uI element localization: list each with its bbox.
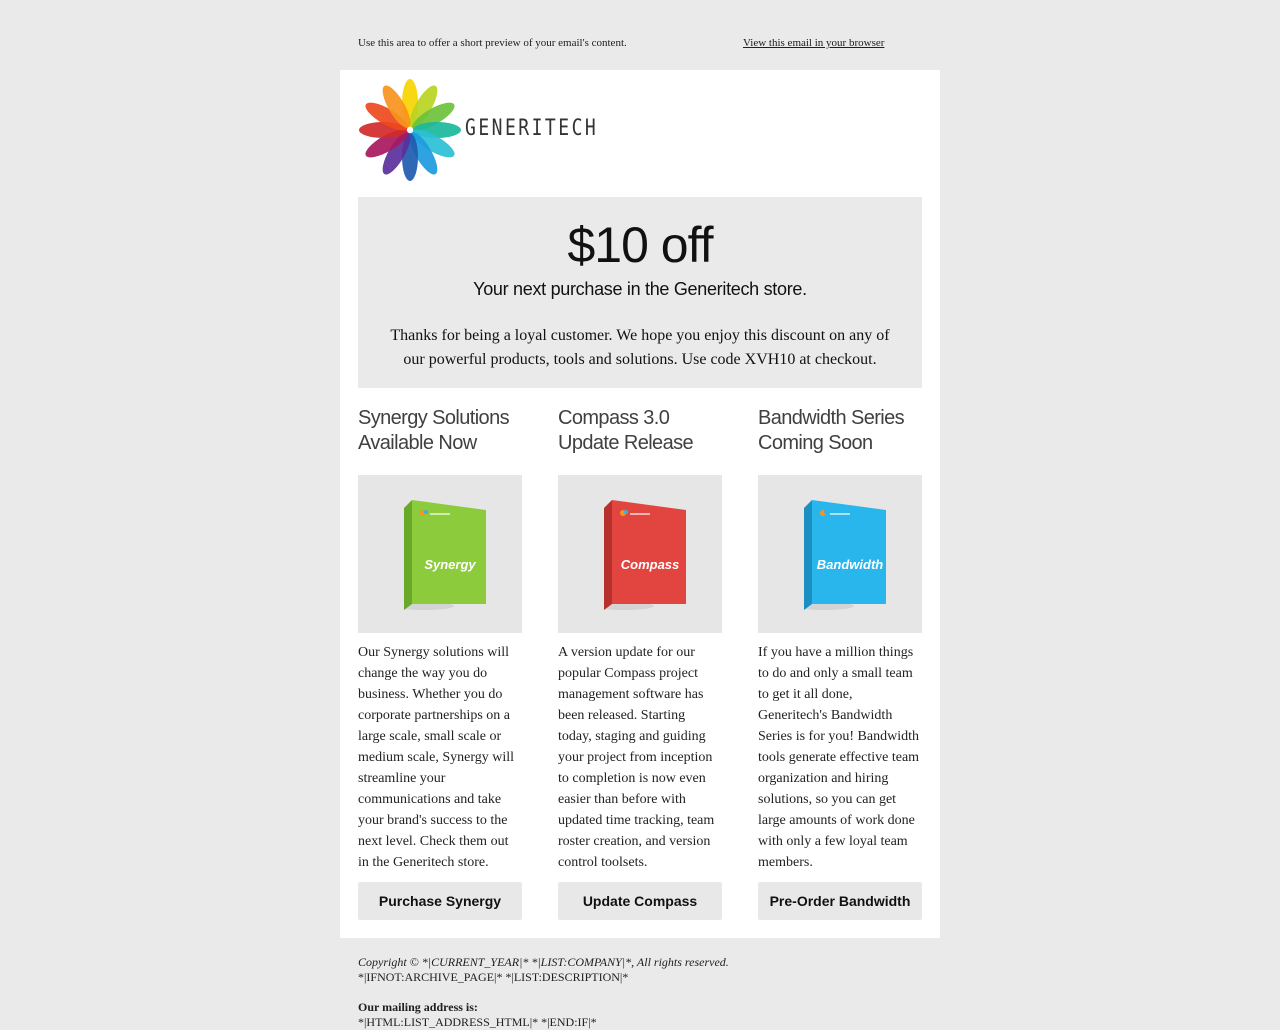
generitech-logo: GENERITECH: [358, 78, 598, 182]
product-title: Compass 3.0 Update Release: [558, 406, 722, 475]
product-image: Synergy: [358, 475, 522, 633]
product-title-line1: Synergy Solutions: [358, 407, 510, 429]
view-in-browser-link[interactable]: View this email in your browser: [743, 37, 884, 49]
product-column-bandwidth: Bandwidth Series Coming Soon Bandwidth If…: [758, 406, 922, 920]
product-cta-button[interactable]: Pre-Order Bandwidth: [758, 882, 922, 920]
flower-logo-icon: [359, 79, 461, 181]
product-description: If you have a million things to do and o…: [758, 645, 920, 870]
footer: Copyright © *|CURRENT_YEAR|* *|LIST:COMP…: [358, 955, 729, 1030]
product-image: Bandwidth: [758, 475, 922, 633]
footer-address: *|HTML:LIST_ADDRESS_HTML|* *|END:IF|*: [358, 1015, 597, 1029]
product-description: Our Synergy solutions will change the wa…: [358, 645, 515, 870]
promo-banner: $10 off Your next purchase in the Generi…: [358, 197, 922, 388]
product-cta-button[interactable]: Purchase Synergy: [358, 882, 522, 920]
promo-headline: $10 off: [567, 217, 713, 273]
product-box-label: Compass: [621, 557, 680, 572]
product-title-line1: Compass 3.0: [558, 407, 670, 429]
product-title-line2: Available Now: [358, 432, 477, 454]
product-title: Bandwidth Series Coming Soon: [758, 406, 922, 475]
email-body: GENERITECH $10 off Your next purchase in…: [340, 70, 940, 938]
product-title: Synergy Solutions Available Now: [358, 406, 522, 475]
preheader-text: Use this area to offer a short preview o…: [358, 37, 627, 49]
product-box-label: Synergy: [424, 557, 476, 572]
product-column-synergy: Synergy Solutions Available Now Synergy O…: [358, 406, 522, 920]
product-image: Compass: [558, 475, 722, 633]
product-box-icon: Bandwidth: [804, 500, 886, 610]
logo-wordmark: GENERITECH: [465, 116, 599, 141]
footer-mailing-label: Our mailing address is:: [358, 1000, 478, 1014]
product-column-compass: Compass 3.0 Update Release Compass A vers…: [558, 406, 722, 920]
product-cta-button[interactable]: Update Compass: [558, 882, 722, 920]
footer-copyright: Copyright © *|CURRENT_YEAR|* *|LIST:COMP…: [358, 955, 729, 969]
product-description: A version update for our popular Compass…: [558, 645, 715, 870]
product-box-label: Bandwidth: [817, 557, 883, 572]
product-title-line1: Bandwidth Series: [758, 407, 905, 429]
promo-subhead: Your next purchase in the Generitech sto…: [473, 279, 807, 299]
product-box-icon: Compass: [604, 500, 686, 610]
product-box-icon: Synergy: [404, 500, 486, 610]
promo-body: Thanks for being a loyal customer. We ho…: [390, 327, 890, 368]
product-title-line2: Update Release: [558, 432, 694, 454]
product-title-line2: Coming Soon: [758, 432, 873, 454]
footer-description: *|IFNOT:ARCHIVE_PAGE|* *|LIST:DESCRIPTIO…: [358, 970, 629, 984]
